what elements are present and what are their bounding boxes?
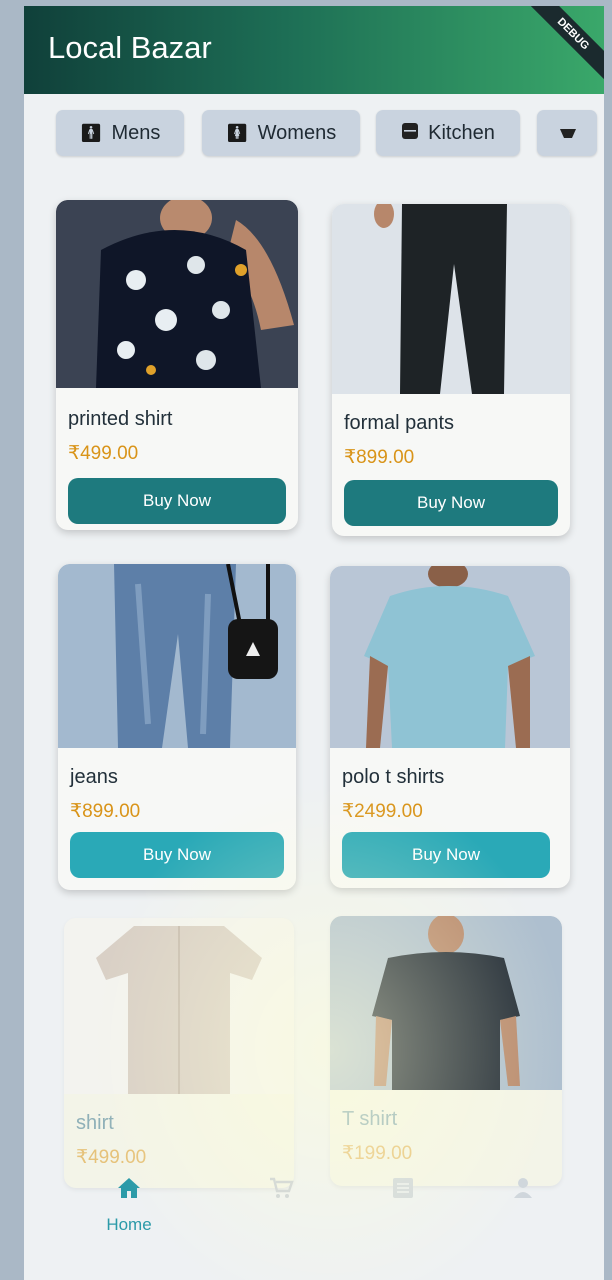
- product-price: ₹199.00: [342, 1143, 413, 1164]
- debug-banner: DEBUG: [519, 6, 604, 88]
- category-chip-womens[interactable]: 🚺︎ Womens: [202, 110, 360, 156]
- product-name: T shirt: [342, 1108, 398, 1130]
- category-label: Womens: [257, 121, 337, 144]
- nav-item-orders[interactable]: [358, 1176, 448, 1207]
- category-chip-mens[interactable]: 🚹︎ Mens: [56, 110, 184, 156]
- buy-now-button[interactable]: Buy Now: [68, 478, 286, 524]
- buy-now-button[interactable]: Buy Now: [70, 832, 284, 878]
- nav-item-profile[interactable]: [478, 1176, 568, 1207]
- product-name: jeans: [70, 766, 118, 788]
- category-label: Kitchen: [428, 121, 495, 144]
- product-price: ₹899.00: [70, 801, 141, 822]
- product-image: [330, 916, 562, 1090]
- app-bar: Local Bazar DEBUG: [24, 6, 604, 94]
- profile-icon: [478, 1176, 568, 1207]
- product-name: polo t shirts: [342, 766, 445, 788]
- man-icon: 🚹︎: [79, 122, 103, 143]
- cart-icon: [236, 1176, 326, 1207]
- buy-now-button[interactable]: Buy Now: [342, 832, 550, 878]
- product-card[interactable]: T shirt ₹199.00: [330, 916, 562, 1186]
- product-name: formal pants: [344, 412, 455, 434]
- product-name: printed shirt: [68, 408, 173, 430]
- product-image: [330, 566, 570, 748]
- product-card[interactable]: formal pants ₹899.00 Buy Now: [332, 204, 570, 536]
- nav-label-home: Home: [106, 1215, 152, 1234]
- category-chip-more[interactable]: [537, 110, 597, 156]
- product-price: ₹499.00: [68, 443, 139, 464]
- home-icon: [84, 1176, 174, 1207]
- category-bar: 🚹︎ Mens 🚺︎ Womens Kitchen: [24, 106, 604, 166]
- product-image: [332, 204, 570, 394]
- product-image: [56, 200, 298, 388]
- product-price: ₹899.00: [344, 447, 415, 468]
- product-card[interactable]: jeans ₹899.00 Buy Now: [58, 564, 296, 890]
- product-card[interactable]: polo t shirts ₹2499.00 Buy Now: [330, 566, 570, 888]
- product-image: [64, 918, 294, 1094]
- nav-item-cart[interactable]: [236, 1176, 326, 1207]
- product-price: ₹2499.00: [342, 801, 423, 822]
- category-chip-kitchen[interactable]: Kitchen: [376, 110, 520, 156]
- orders-icon: [358, 1176, 448, 1207]
- product-card[interactable]: printed shirt ₹499.00 Buy Now: [56, 200, 298, 530]
- category-icon: [559, 123, 577, 144]
- product-card[interactable]: shirt ₹499.00: [64, 918, 294, 1188]
- app-screen: Local Bazar DEBUG 🚹︎ Mens 🚺︎ Womens Kitc…: [24, 6, 604, 1280]
- woman-icon: 🚺︎: [225, 122, 249, 143]
- product-image: [58, 564, 296, 748]
- nav-item-home[interactable]: Home: [84, 1176, 174, 1235]
- app-title: Local Bazar: [48, 30, 212, 65]
- buy-now-button[interactable]: Buy Now: [344, 480, 558, 526]
- bottom-navigation: Home: [24, 1166, 604, 1246]
- kitchen-icon: [401, 122, 419, 145]
- product-name: shirt: [76, 1112, 114, 1134]
- category-label: Mens: [111, 121, 161, 144]
